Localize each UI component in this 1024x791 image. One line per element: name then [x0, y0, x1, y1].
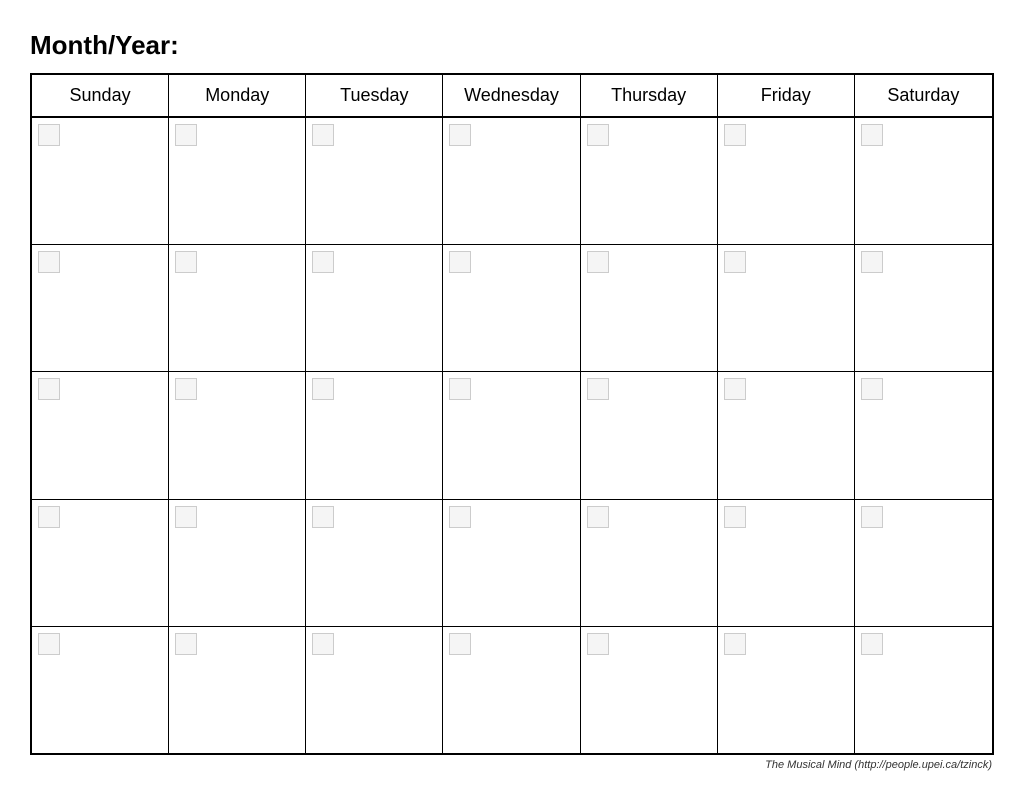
- date-box: [587, 378, 609, 400]
- calendar-row: [32, 627, 992, 753]
- date-box: [312, 124, 334, 146]
- calendar: SundayMondayTuesdayWednesdayThursdayFrid…: [30, 73, 994, 755]
- calendar-cell: [32, 245, 169, 371]
- date-box: [724, 378, 746, 400]
- footer-credit: The Musical Mind (http://people.upei.ca/…: [30, 759, 994, 771]
- date-box: [175, 633, 197, 655]
- date-box: [312, 633, 334, 655]
- calendar-cell: [32, 372, 169, 498]
- calendar-cell: [718, 500, 855, 626]
- date-box: [175, 251, 197, 273]
- date-box: [449, 378, 471, 400]
- calendar-cell: [32, 500, 169, 626]
- header-day-saturday: Saturday: [855, 75, 992, 116]
- calendar-row: [32, 118, 992, 245]
- date-box: [38, 378, 60, 400]
- calendar-cell: [32, 118, 169, 244]
- date-box: [724, 633, 746, 655]
- calendar-cell: [855, 500, 992, 626]
- calendar-cell: [306, 372, 443, 498]
- date-box: [449, 506, 471, 528]
- date-box: [587, 251, 609, 273]
- calendar-cell: [306, 118, 443, 244]
- calendar-cell: [718, 627, 855, 753]
- header-day-monday: Monday: [169, 75, 306, 116]
- header-day-friday: Friday: [718, 75, 855, 116]
- calendar-cell: [855, 245, 992, 371]
- date-box: [38, 124, 60, 146]
- page-container: Month/Year: SundayMondayTuesdayWednesday…: [0, 0, 1024, 791]
- date-box: [587, 506, 609, 528]
- date-box: [175, 378, 197, 400]
- calendar-cell: [855, 372, 992, 498]
- date-box: [861, 251, 883, 273]
- calendar-cell: [443, 500, 580, 626]
- calendar-cell: [32, 627, 169, 753]
- date-box: [587, 124, 609, 146]
- date-box: [312, 378, 334, 400]
- date-box: [312, 506, 334, 528]
- date-box: [38, 633, 60, 655]
- date-box: [861, 124, 883, 146]
- header-day-wednesday: Wednesday: [443, 75, 580, 116]
- calendar-header: SundayMondayTuesdayWednesdayThursdayFrid…: [32, 75, 992, 118]
- calendar-cell: [306, 245, 443, 371]
- calendar-cell: [581, 118, 718, 244]
- month-year-label: Month/Year:: [30, 30, 994, 61]
- calendar-cell: [718, 118, 855, 244]
- calendar-cell: [306, 627, 443, 753]
- date-box: [449, 251, 471, 273]
- date-box: [38, 251, 60, 273]
- date-box: [38, 506, 60, 528]
- calendar-cell: [443, 372, 580, 498]
- date-box: [861, 378, 883, 400]
- calendar-cell: [169, 118, 306, 244]
- calendar-cell: [169, 372, 306, 498]
- header-day-thursday: Thursday: [581, 75, 718, 116]
- calendar-cell: [581, 500, 718, 626]
- calendar-cell: [718, 372, 855, 498]
- calendar-cell: [443, 118, 580, 244]
- date-box: [724, 124, 746, 146]
- calendar-row: [32, 372, 992, 499]
- calendar-cell: [169, 627, 306, 753]
- calendar-cell: [169, 245, 306, 371]
- calendar-cell: [581, 627, 718, 753]
- calendar-cell: [855, 627, 992, 753]
- calendar-body: [32, 118, 992, 753]
- calendar-cell: [855, 118, 992, 244]
- calendar-row: [32, 500, 992, 627]
- calendar-cell: [306, 500, 443, 626]
- date-box: [861, 506, 883, 528]
- calendar-cell: [581, 245, 718, 371]
- calendar-cell: [718, 245, 855, 371]
- date-box: [587, 633, 609, 655]
- date-box: [312, 251, 334, 273]
- calendar-cell: [581, 372, 718, 498]
- date-box: [449, 124, 471, 146]
- calendar-cell: [443, 245, 580, 371]
- date-box: [724, 506, 746, 528]
- calendar-row: [32, 245, 992, 372]
- date-box: [861, 633, 883, 655]
- date-box: [175, 506, 197, 528]
- calendar-cell: [443, 627, 580, 753]
- date-box: [449, 633, 471, 655]
- header-day-tuesday: Tuesday: [306, 75, 443, 116]
- header-day-sunday: Sunday: [32, 75, 169, 116]
- calendar-cell: [169, 500, 306, 626]
- date-box: [724, 251, 746, 273]
- date-box: [175, 124, 197, 146]
